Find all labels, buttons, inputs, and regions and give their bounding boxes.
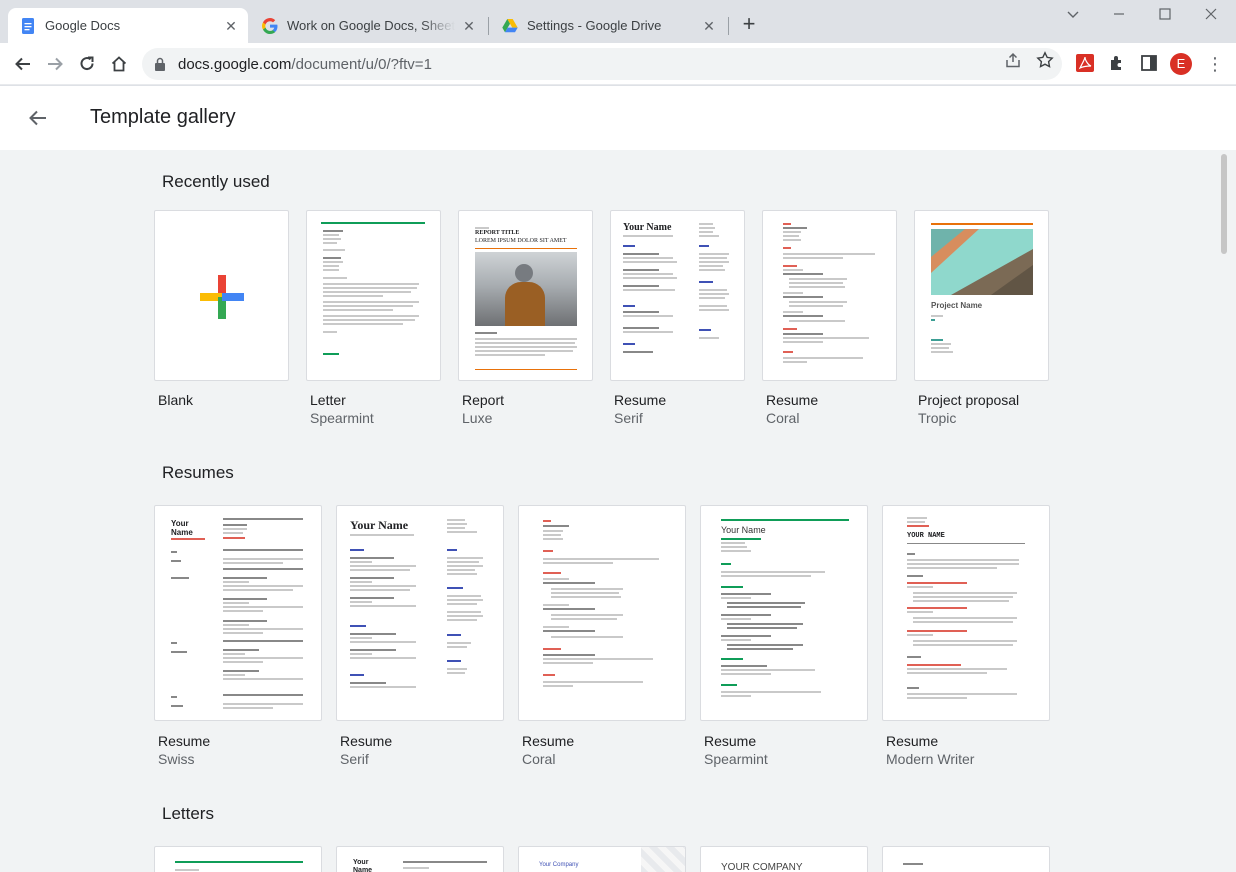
section-title-letters: Letters	[162, 804, 214, 823]
template-card-letter[interactable]: YOUR COMPANY	[700, 846, 868, 872]
share-icon[interactable]	[1004, 51, 1022, 69]
template-name: Resume	[522, 733, 575, 749]
template-style: Tropic	[918, 410, 957, 426]
url-path: /document/u/0/?ftv=1	[291, 55, 432, 73]
template-style: Serif	[340, 751, 369, 767]
minimize-button[interactable]	[1107, 4, 1131, 28]
forward-button[interactable]	[41, 50, 69, 78]
template-card-letter[interactable]: Your Name	[336, 846, 504, 872]
tab-title: Settings - Google Drive	[527, 18, 662, 33]
profile-avatar[interactable]: E	[1170, 53, 1192, 75]
template-style: Luxe	[462, 410, 493, 426]
template-style: Spearmint	[704, 751, 768, 767]
template-gallery-content: Recently used Blank Letter Spearmint REP…	[0, 150, 1236, 872]
report-cover-photo	[475, 252, 577, 326]
template-name: Report	[462, 392, 505, 408]
bookmark-star-icon[interactable]	[1036, 51, 1054, 69]
template-card-report-luxe[interactable]: REPORT TITLE LOREM IPSUM DOLOR SIT AMET	[458, 210, 593, 381]
template-card-resume-modern-writer[interactable]: YOUR NAME	[882, 505, 1050, 721]
reload-button[interactable]	[73, 50, 101, 78]
template-card-resume-serif[interactable]: Your Name	[336, 505, 504, 721]
tab-strip: Google Docs ✕ Work on Google Docs, Sheet…	[0, 0, 1236, 43]
template-name: Resume	[704, 733, 757, 749]
docs-page: Template gallery Recently used Blank Let…	[0, 86, 1236, 872]
thumb-your-name-caps: YOUR NAME	[907, 532, 945, 540]
tab-separator	[488, 17, 489, 35]
template-card-resume-spearmint[interactable]: Your Name	[700, 505, 868, 721]
thumb-report-title: REPORT TITLE	[475, 230, 520, 236]
template-name: Letter	[310, 392, 346, 408]
tab-title: Google Docs	[45, 18, 121, 33]
thumb-your-name: Your Name	[623, 222, 672, 233]
template-card-resume-coral[interactable]	[518, 505, 686, 721]
template-name: Resume	[766, 392, 819, 408]
thumb-your-name: Your Name	[353, 859, 373, 872]
tab-search-icon[interactable]	[1061, 4, 1085, 28]
close-icon[interactable]: ✕	[461, 18, 477, 34]
thumb-report-subtitle: LOREM IPSUM DOLOR SIT AMET	[475, 238, 567, 244]
template-card-resume-coral[interactable]	[762, 210, 897, 381]
close-icon[interactable]: ✕	[701, 18, 717, 34]
tab-work-on-google-docs[interactable]: Work on Google Docs, Sheets, & Slides ✕	[250, 8, 486, 43]
template-card-letter-spearmint[interactable]	[306, 210, 441, 381]
template-card-letter[interactable]	[882, 846, 1050, 872]
side-panel-icon[interactable]	[1140, 54, 1158, 72]
extensions-puzzle-icon[interactable]	[1108, 54, 1126, 72]
pdf-extension-icon[interactable]	[1076, 54, 1094, 72]
section-title-recently-used: Recently used	[162, 172, 270, 191]
template-style: Coral	[522, 751, 556, 767]
app-header: Template gallery	[0, 86, 1236, 150]
thumb-project-name: Project Name	[931, 301, 983, 310]
new-tab-button[interactable]: +	[737, 13, 761, 37]
maximize-button[interactable]	[1153, 4, 1177, 28]
google-drive-icon	[502, 18, 518, 32]
template-style: Spearmint	[310, 410, 374, 426]
template-style: Swiss	[158, 751, 195, 767]
thumb-your-name: Your Name	[721, 525, 766, 535]
template-card-resume-swiss[interactable]: Your Name	[154, 505, 322, 721]
template-name: Resume	[886, 733, 939, 749]
back-arrow-icon[interactable]	[26, 106, 50, 130]
google-g-icon	[262, 17, 278, 34]
lock-icon[interactable]	[153, 57, 167, 71]
close-window-button[interactable]	[1199, 4, 1223, 28]
scrollbar[interactable]	[1221, 154, 1227, 254]
template-card-project-proposal-tropic[interactable]: Project Name	[914, 210, 1049, 381]
tab-google-docs[interactable]: Google Docs ✕	[8, 8, 248, 43]
thumb-your-company: Your Company	[539, 862, 579, 868]
page-title: Template gallery	[90, 106, 236, 128]
home-button[interactable]	[105, 50, 133, 78]
more-menu-icon[interactable]: ⋮	[1206, 54, 1224, 74]
template-card-letter[interactable]: Your Company	[518, 846, 686, 872]
tab-separator	[728, 17, 729, 35]
tab-settings-google-drive[interactable]: Settings - Google Drive ✕	[490, 8, 726, 43]
back-button[interactable]	[9, 50, 37, 78]
browser-toolbar: docs.google.com/document/u/0/?ftv=1 E ⋮	[0, 43, 1236, 85]
thumb-your-name: Your Name	[171, 519, 193, 537]
tab-title: Work on Google Docs, Sheets, & Slides	[287, 18, 455, 33]
close-icon[interactable]: ✕	[223, 18, 239, 34]
template-card-blank[interactable]	[154, 210, 289, 381]
template-name: Resume	[158, 733, 211, 749]
template-card-letter[interactable]	[154, 846, 322, 872]
template-style: Coral	[766, 410, 800, 426]
template-name: Resume	[340, 733, 393, 749]
tropic-cover-art	[931, 229, 1033, 295]
template-card-resume-serif[interactable]: Your Name	[610, 210, 745, 381]
url-text: docs.google.com/document/u/0/?ftv=1	[178, 56, 1062, 73]
address-bar[interactable]: docs.google.com/document/u/0/?ftv=1	[142, 48, 1062, 80]
template-name: Resume	[614, 392, 667, 408]
template-style: Serif	[614, 410, 643, 426]
plus-icon	[200, 275, 244, 319]
template-style: Modern Writer	[886, 751, 975, 767]
template-name: Project proposal	[918, 392, 1020, 408]
section-title-resumes: Resumes	[162, 463, 234, 482]
url-host: docs.google.com	[178, 55, 292, 73]
thumb-your-name: Your Name	[350, 518, 409, 532]
thumb-your-company-caps: YOUR COMPANY	[721, 862, 803, 872]
template-name: Blank	[158, 392, 194, 408]
google-docs-icon	[22, 17, 34, 34]
